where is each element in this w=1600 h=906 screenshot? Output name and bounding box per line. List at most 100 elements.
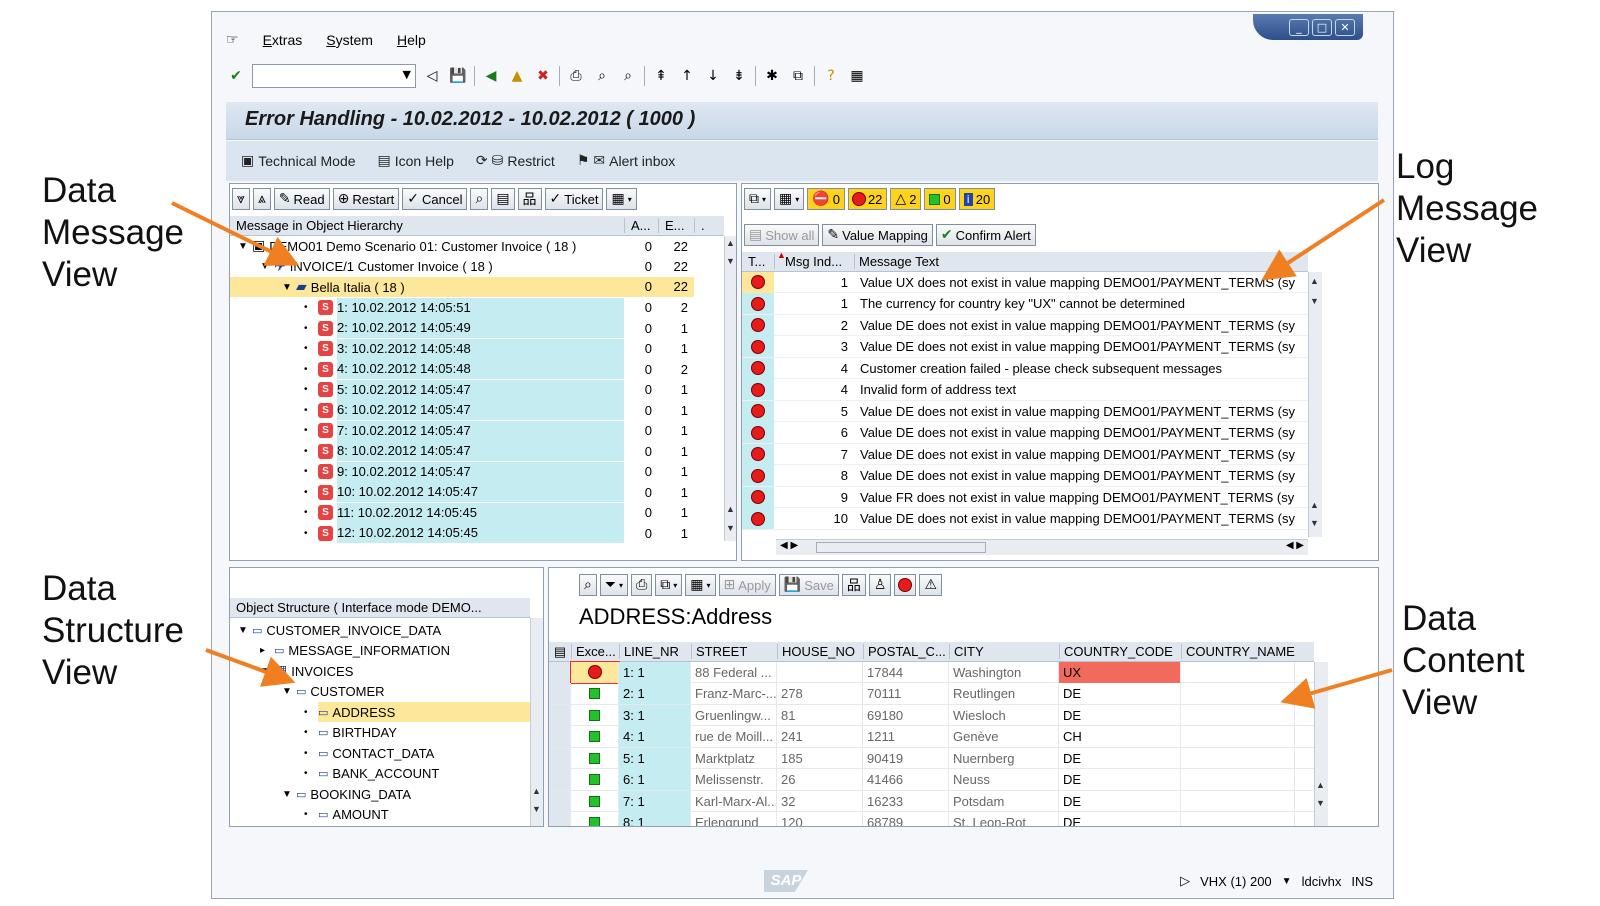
hierarchy-scrollbar[interactable]: ▲ ▼ ▲ ▼ bbox=[724, 236, 736, 541]
error-filter-button[interactable] bbox=[894, 574, 917, 596]
scroll-down-icon[interactable]: ▼ bbox=[532, 804, 541, 814]
col-message-hierarchy[interactable]: Message in Object Hierarchy bbox=[230, 218, 624, 233]
content-row[interactable]: 1: 1 88 Federal ... 17844 Washington UX bbox=[549, 660, 1314, 684]
cancel-icon[interactable]: ✖ bbox=[533, 66, 553, 86]
log-row[interactable]: 7 Value DE does not exist in value mappin… bbox=[742, 443, 1308, 465]
apply-button[interactable]: ⊞ Apply bbox=[718, 574, 776, 596]
exit-icon[interactable]: ▲ bbox=[507, 66, 527, 86]
bullet-icon[interactable]: • bbox=[304, 446, 318, 457]
structure-row[interactable]: • ▭ ADDRESS bbox=[230, 702, 530, 722]
hierarchy-row[interactable]: • S 7: 10.02.2012 14:05:47 0 1 bbox=[230, 420, 724, 441]
hierarchy-row[interactable]: • S 2: 10.02.2012 14:05:49 0 1 bbox=[230, 318, 724, 338]
col-a[interactable]: A... bbox=[624, 218, 658, 233]
select-all-icon[interactable]: ▤ bbox=[549, 644, 571, 660]
log-row[interactable]: 9 Value FR does not exist in value mappin… bbox=[742, 486, 1308, 508]
last-page-icon[interactable]: ⇟ bbox=[729, 66, 749, 86]
content-row[interactable]: 5: 1 Marktplatz 185 90419 Nuernberg DE bbox=[549, 747, 1314, 769]
menu-extras[interactable]: Extras bbox=[263, 32, 303, 48]
chevron-down-icon[interactable]: ▼ bbox=[1282, 876, 1292, 887]
log-row[interactable]: 1 Value UX does not exist in value mappin… bbox=[742, 271, 1308, 293]
new-session-icon[interactable]: ✱ bbox=[762, 66, 782, 86]
status-toggle-icon[interactable]: ▷ bbox=[1180, 873, 1190, 889]
expand-toggle-icon[interactable]: ▼ bbox=[260, 666, 274, 677]
cancel-button[interactable]: ✓ Cancel bbox=[402, 188, 468, 210]
person-button[interactable]: ♙ bbox=[868, 574, 892, 596]
show-all-button[interactable]: ▤ Show all bbox=[744, 224, 820, 246]
col-line_nr[interactable]: LINE_NR bbox=[619, 644, 691, 659]
minimize-icon[interactable]: _ bbox=[1289, 18, 1309, 36]
structure-button[interactable]: 品 bbox=[841, 574, 866, 596]
row-selector[interactable] bbox=[549, 769, 571, 790]
col-exce[interactable]: Exce... bbox=[571, 644, 619, 659]
log-row[interactable]: 10 Value DE does not exist in value mappi… bbox=[742, 508, 1308, 530]
scroll-up-icon[interactable]: ▲ bbox=[1316, 780, 1325, 790]
restart-button[interactable]: ⊕ Restart bbox=[332, 188, 400, 210]
help-icon[interactable]: ? bbox=[821, 66, 841, 86]
log-row[interactable]: 1 The currency for country key "UX" canno… bbox=[742, 293, 1308, 315]
bullet-icon[interactable]: • bbox=[304, 528, 318, 539]
find-button[interactable]: ⌕ bbox=[579, 574, 597, 596]
bullet-icon[interactable]: • bbox=[304, 405, 318, 416]
col-postal_c[interactable]: POSTAL_C... bbox=[863, 644, 949, 659]
warning-count-button[interactable]: △ 2 bbox=[890, 188, 922, 210]
icon-help-button[interactable]: ▤ Icon Help bbox=[378, 153, 454, 169]
error-count-button[interactable]: 22 bbox=[847, 188, 888, 210]
expand-toggle-icon[interactable]: • bbox=[304, 707, 318, 718]
col-message-text[interactable]: Message Text bbox=[854, 254, 1308, 269]
back-arrow-icon[interactable]: ◁ bbox=[422, 66, 442, 86]
col-e[interactable]: E... bbox=[658, 218, 694, 233]
expand-toggle-icon[interactable]: ▼ bbox=[238, 241, 252, 252]
expand-toggle-icon[interactable]: ▼ bbox=[282, 282, 296, 293]
row-selector[interactable] bbox=[549, 747, 571, 769]
log-row[interactable]: 3 Value DE does not exist in value mappin… bbox=[742, 336, 1308, 358]
col-extra[interactable]: . bbox=[694, 218, 724, 233]
structure-row[interactable]: ▼ ▭ CUSTOMER_INVOICE_DATA bbox=[230, 620, 530, 640]
expand-toggle-icon[interactable]: • bbox=[304, 809, 318, 820]
expand-toggle-icon[interactable]: • bbox=[304, 748, 318, 759]
menu-icon[interactable]: ☞ bbox=[226, 32, 239, 48]
log-row[interactable]: 5 Value DE does not exist in value mappin… bbox=[742, 400, 1308, 422]
menu-system[interactable]: System bbox=[326, 32, 373, 48]
log-details-button[interactable]: ⧉ ▾ bbox=[744, 188, 772, 210]
scroll-up-icon[interactable]: ▲ bbox=[1310, 276, 1319, 286]
row-selector[interactable] bbox=[549, 726, 571, 747]
expand-all-button[interactable]: ⩔ bbox=[232, 188, 250, 210]
save-icon[interactable]: 💾 bbox=[448, 66, 468, 86]
hierarchy-row[interactable]: • S 8: 10.02.2012 14:05:47 0 1 bbox=[230, 441, 724, 461]
hierarchy-row[interactable]: • S 3: 10.02.2012 14:05:48 0 1 bbox=[230, 338, 724, 359]
log-row[interactable]: 6 Value DE does not exist in value mappin… bbox=[742, 422, 1308, 444]
info-count-button[interactable]: i 20 bbox=[958, 188, 996, 210]
row-selector[interactable] bbox=[549, 704, 571, 726]
row-selector[interactable] bbox=[549, 661, 571, 683]
col-city[interactable]: CITY bbox=[949, 644, 1059, 659]
bullet-icon[interactable]: • bbox=[304, 466, 318, 477]
structure-row[interactable]: ▼ ▭ CUSTOMER bbox=[230, 682, 530, 702]
alert-inbox-button[interactable]: ⚑ ✉ Alert inbox bbox=[577, 153, 675, 169]
col-house_no[interactable]: HOUSE_NO bbox=[777, 644, 863, 659]
filter-button[interactable]: ⏷ ▾ bbox=[599, 574, 629, 596]
bullet-icon[interactable]: • bbox=[304, 343, 318, 354]
structure-row[interactable]: ▼ ▦ INVOICES bbox=[230, 661, 530, 681]
hierarchy-row[interactable]: • S 4: 10.02.2012 14:05:48 0 2 bbox=[230, 359, 724, 379]
hierarchy-row[interactable]: • S 11: 10.02.2012 14:05:45 0 1 bbox=[230, 502, 724, 523]
menu-help[interactable]: Help bbox=[397, 32, 426, 48]
expand-toggle-icon[interactable]: ▼ bbox=[282, 789, 296, 800]
alert-button[interactable]: ⚠ bbox=[919, 574, 942, 596]
expand-toggle-icon[interactable]: ▼ bbox=[282, 686, 296, 697]
save-button[interactable]: 💾 Save bbox=[778, 574, 839, 596]
log-row[interactable]: 4 Invalid form of address text bbox=[742, 379, 1308, 401]
scroll-right-icon[interactable]: ◀ ▶ bbox=[1286, 540, 1304, 551]
row-selector[interactable] bbox=[549, 812, 571, 826]
stop-count-button[interactable]: ⛔ 0 bbox=[807, 188, 845, 210]
scroll-up-icon[interactable]: ▲ bbox=[726, 238, 735, 248]
row-selector[interactable] bbox=[549, 683, 571, 704]
hierarchy-button[interactable]: 品 bbox=[517, 188, 542, 210]
scroll-down-icon[interactable]: ▼ bbox=[1316, 798, 1325, 808]
log-row[interactable]: 2 Value DE does not exist in value mappin… bbox=[742, 314, 1308, 336]
value-mapping-button[interactable]: ✎ Value Mapping bbox=[822, 224, 933, 246]
shortcut-icon[interactable]: ⧉ bbox=[788, 66, 808, 86]
bullet-icon[interactable]: • bbox=[304, 425, 318, 436]
bullet-icon[interactable]: • bbox=[304, 384, 318, 395]
content-row[interactable]: 2: 1 Franz-Marc-... 278 70111 Reutlingen DE bbox=[549, 683, 1314, 705]
structure-row[interactable]: • ▭ AMOUNT bbox=[230, 805, 530, 825]
